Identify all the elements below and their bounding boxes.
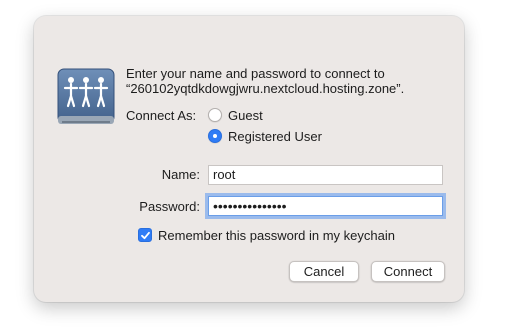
name-field[interactable]: root <box>208 165 443 185</box>
prompt-line-1: Enter your name and password to connect … <box>126 66 385 81</box>
remember-password-checkbox[interactable] <box>138 228 152 242</box>
registered-user-option-label[interactable]: Registered User <box>228 129 322 144</box>
password-label: Password: <box>139 199 200 214</box>
guest-option-label[interactable]: Guest <box>228 108 263 123</box>
connect-dialog: Enter your name and password to connect … <box>34 16 464 302</box>
guest-radio[interactable] <box>208 108 222 122</box>
connect-as-label: Connect As: <box>126 108 197 123</box>
dialog-titlebar[interactable] <box>34 16 464 44</box>
remember-password-label[interactable]: Remember this password in my keychain <box>158 228 395 243</box>
cancel-button[interactable]: Cancel <box>289 261 359 282</box>
shared-server-drive-icon <box>56 66 116 136</box>
prompt-server-name: “260102yqtdkdowgjwru.nextcloud.hosting.z… <box>126 81 405 96</box>
connect-button[interactable]: Connect <box>371 261 445 282</box>
name-label: Name: <box>161 167 200 182</box>
password-field[interactable]: ••••••••••••••• <box>208 196 443 216</box>
connect-prompt: Enter your name and password to connect … <box>126 66 446 96</box>
checkmark-icon <box>141 231 150 240</box>
registered-user-radio[interactable] <box>208 129 222 143</box>
